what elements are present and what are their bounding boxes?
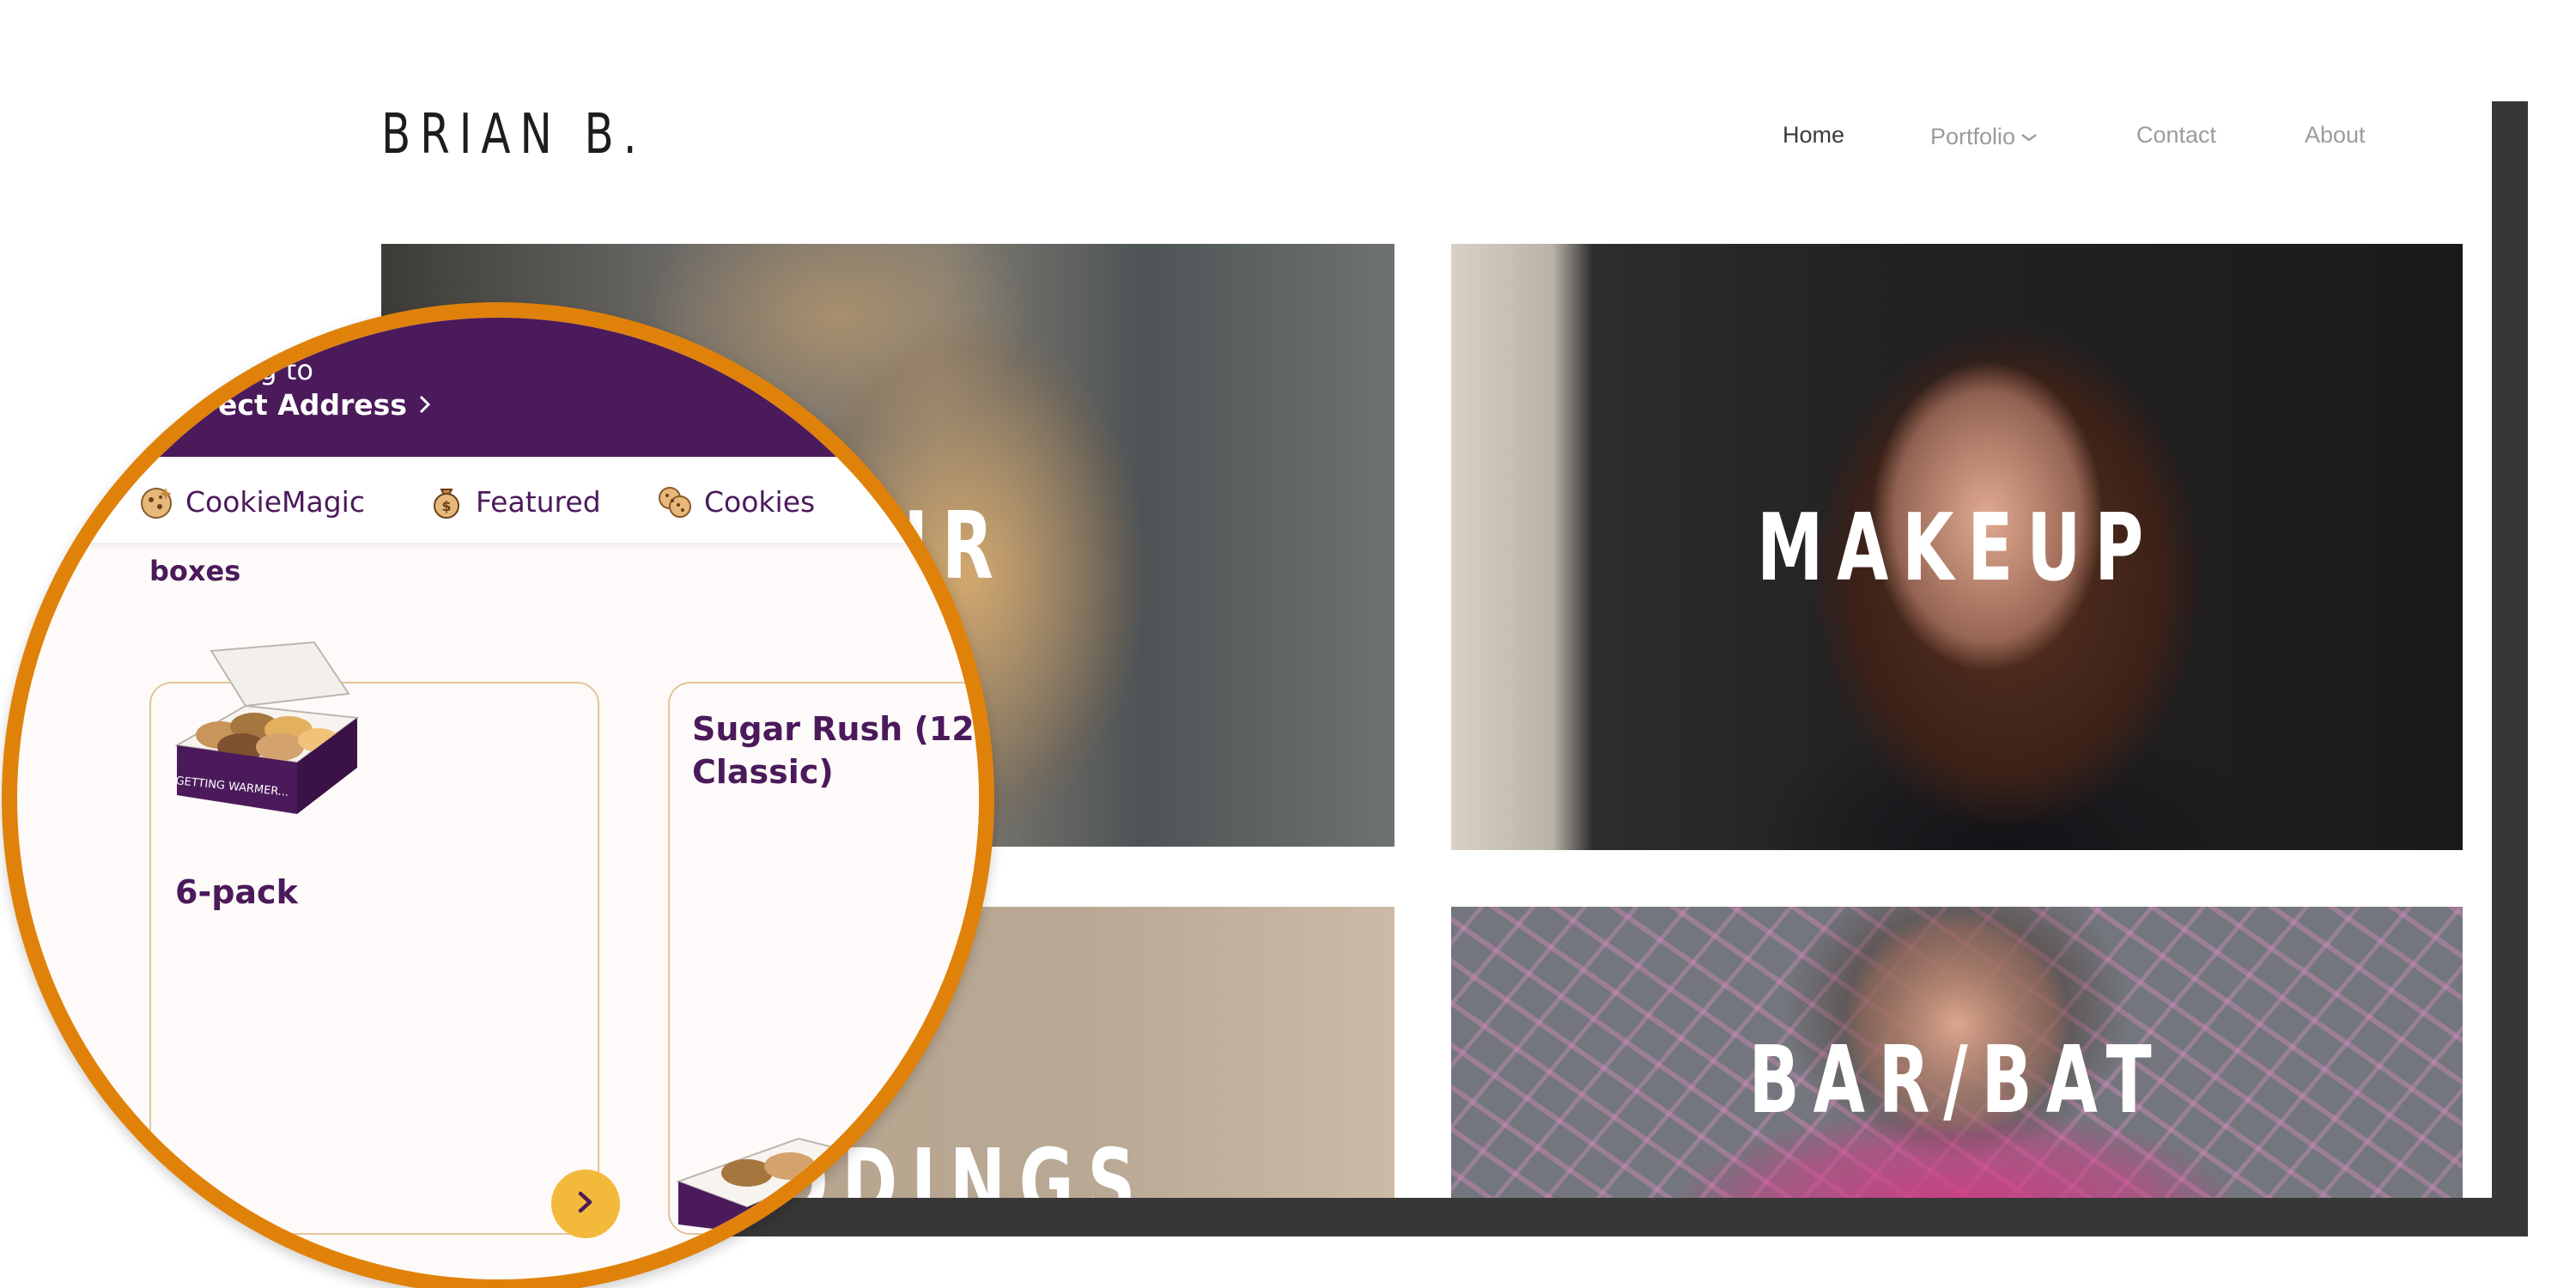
tile-barbat[interactable]: BAR/BAT	[1451, 907, 2463, 1198]
nav-about[interactable]: About	[2305, 122, 2366, 149]
nav-contact[interactable]: Contact	[2136, 122, 2216, 149]
section-title: boxes	[149, 555, 241, 587]
tile-barbat-label: BAR/BAT	[1748, 1027, 2166, 1134]
delivery-line1: ng to	[242, 354, 313, 386]
product-title: 6-pack	[175, 873, 298, 911]
delivery-address-bar[interactable]	[17, 318, 979, 457]
nav-portfolio[interactable]: Portfolio	[1930, 122, 2038, 150]
next-button[interactable]	[551, 1170, 620, 1238]
product-card-sugar-rush[interactable]: Sugar Rush (12 Classic)	[668, 682, 979, 1235]
cookie-box-image: GETTING WARMER...	[160, 634, 383, 835]
tile-makeup-label: MAKEUP	[1756, 495, 2158, 602]
chevron-down-icon	[2020, 122, 2038, 149]
category-label: Featured	[476, 484, 601, 519]
category-cookies[interactable]: Cookies	[656, 481, 815, 522]
nav-home[interactable]: Home	[1783, 122, 1844, 149]
tile-makeup[interactable]: MAKEUP	[1451, 244, 2463, 850]
delivery-address-link[interactable]: ect Address	[218, 388, 431, 422]
category-featured[interactable]: $ Featured	[428, 481, 601, 522]
magnifier-zoom: ng to ect Address CookieMagic $ Featured…	[17, 318, 979, 1279]
main-nav: Home Portfolio Contact About	[0, 122, 2492, 156]
cookie-icon	[137, 483, 175, 520]
nav-portfolio-label: Portfolio	[1930, 124, 2016, 149]
product-title-line2: Classic)	[692, 753, 834, 791]
category-cookiemagic[interactable]: CookieMagic	[137, 481, 365, 522]
cookie-box-image	[670, 1087, 893, 1237]
svg-text:$: $	[441, 498, 451, 514]
category-label: Cookies	[704, 484, 816, 519]
product-title-line1: Sugar Rush (12	[692, 710, 975, 748]
money-bag-icon: $	[428, 483, 465, 520]
chevron-right-icon	[419, 388, 431, 422]
delivery-address-text: ect Address	[218, 388, 407, 422]
product-title: Sugar Rush (12 Classic)	[692, 708, 979, 793]
magnified-app-view: ng to ect Address CookieMagic $ Featured…	[17, 318, 979, 1279]
cookies-icon	[656, 483, 694, 520]
product-card-6-pack[interactable]: GETTING WARMER... 6-pack	[149, 641, 599, 1235]
category-label: CookieMagic	[185, 484, 365, 519]
chevron-right-icon	[575, 1189, 596, 1219]
